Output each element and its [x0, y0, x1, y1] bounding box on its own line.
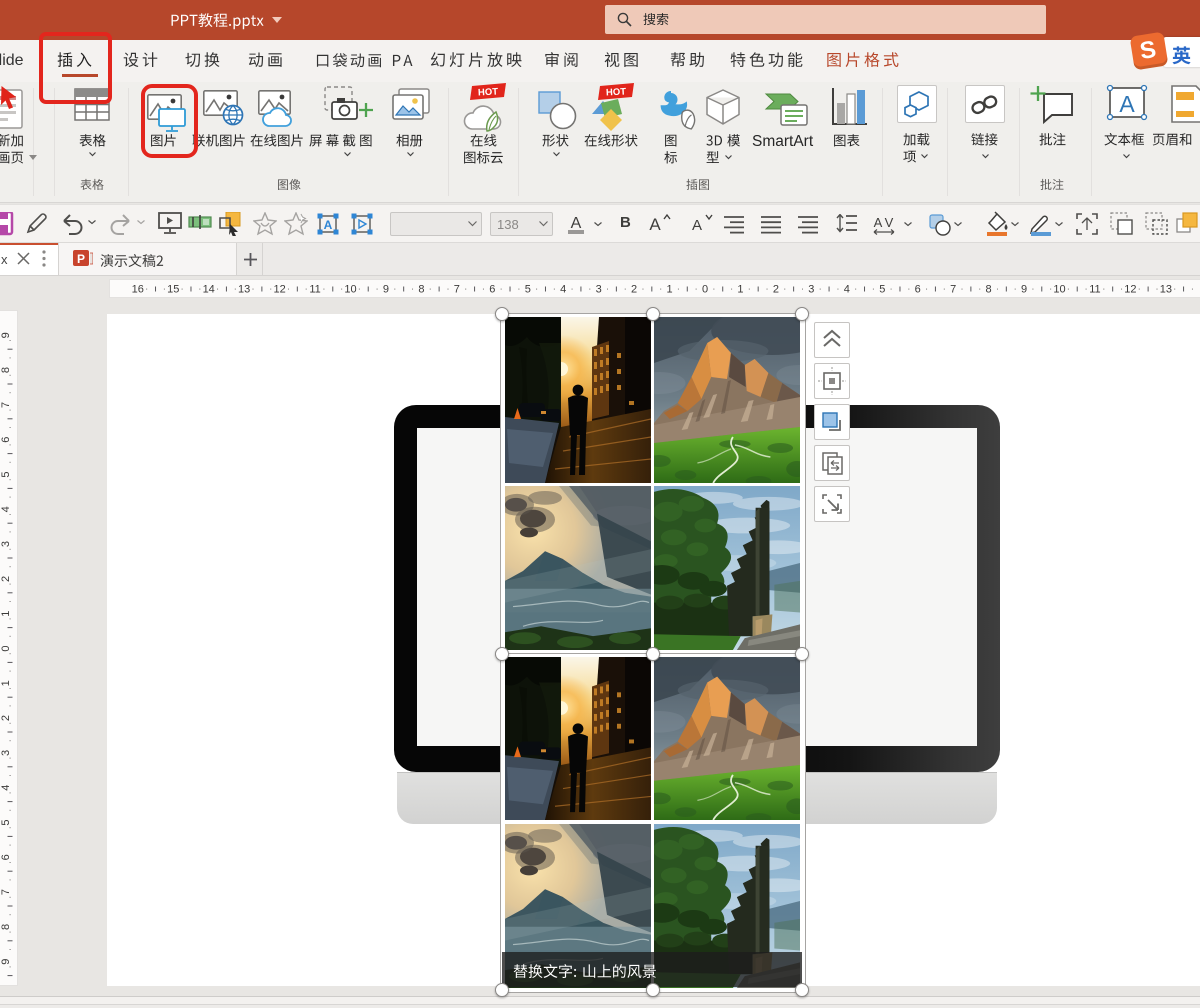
- svg-text:10: 10: [344, 284, 356, 296]
- svg-text:4: 4: [560, 284, 566, 296]
- svg-text:9: 9: [1021, 284, 1027, 296]
- svg-text:6: 6: [489, 284, 495, 296]
- svg-text:3: 3: [0, 750, 12, 756]
- svg-text:2: 2: [0, 715, 12, 721]
- svg-text:3: 3: [0, 541, 12, 547]
- svg-text:13: 13: [1160, 284, 1172, 296]
- svg-text:5: 5: [0, 471, 12, 477]
- svg-text:7: 7: [950, 284, 956, 296]
- svg-text:1: 1: [0, 611, 12, 617]
- svg-text:1: 1: [666, 284, 672, 296]
- svg-text:3: 3: [596, 284, 602, 296]
- svg-text:12: 12: [1124, 284, 1136, 296]
- svg-text:8: 8: [0, 367, 12, 373]
- svg-text:6: 6: [915, 284, 921, 296]
- svg-text:6: 6: [0, 854, 12, 860]
- svg-text:7: 7: [454, 284, 460, 296]
- svg-text:4: 4: [844, 284, 850, 296]
- svg-text:1: 1: [737, 284, 743, 296]
- svg-text:10: 10: [1053, 284, 1065, 296]
- svg-text:6: 6: [0, 437, 12, 443]
- svg-text:A: A: [1119, 91, 1135, 117]
- svg-text:0: 0: [0, 645, 12, 651]
- svg-text:P: P: [77, 252, 85, 266]
- svg-text:12: 12: [273, 284, 285, 296]
- svg-text:9: 9: [0, 959, 12, 965]
- svg-text:A: A: [571, 215, 582, 232]
- svg-text:2: 2: [631, 284, 637, 296]
- svg-text:A: A: [692, 217, 702, 234]
- svg-text:2: 2: [0, 576, 12, 582]
- svg-text:13: 13: [238, 284, 250, 296]
- svg-text:11: 11: [309, 284, 320, 296]
- svg-text:8: 8: [0, 924, 12, 930]
- svg-text:15: 15: [167, 284, 179, 296]
- svg-text:8: 8: [418, 284, 424, 296]
- svg-text:4: 4: [0, 506, 12, 512]
- svg-text:7: 7: [0, 889, 12, 895]
- svg-text:16: 16: [132, 284, 144, 296]
- svg-text:A: A: [874, 215, 883, 230]
- svg-text:11: 11: [1089, 284, 1100, 296]
- svg-text:14: 14: [203, 284, 215, 296]
- svg-text:A: A: [324, 218, 333, 232]
- svg-text:7: 7: [0, 402, 12, 408]
- svg-text:3: 3: [808, 284, 814, 296]
- svg-text:5: 5: [525, 284, 531, 296]
- svg-text:V: V: [885, 215, 894, 230]
- svg-text:5: 5: [0, 819, 12, 825]
- svg-text:4: 4: [0, 785, 12, 791]
- svg-text:2: 2: [773, 284, 779, 296]
- svg-text:8: 8: [986, 284, 992, 296]
- svg-text:5: 5: [879, 284, 885, 296]
- svg-text:0: 0: [702, 284, 708, 296]
- svg-text:9: 9: [383, 284, 389, 296]
- svg-text:9: 9: [0, 332, 12, 338]
- svg-text:1: 1: [0, 680, 12, 686]
- svg-text:A: A: [649, 215, 661, 234]
